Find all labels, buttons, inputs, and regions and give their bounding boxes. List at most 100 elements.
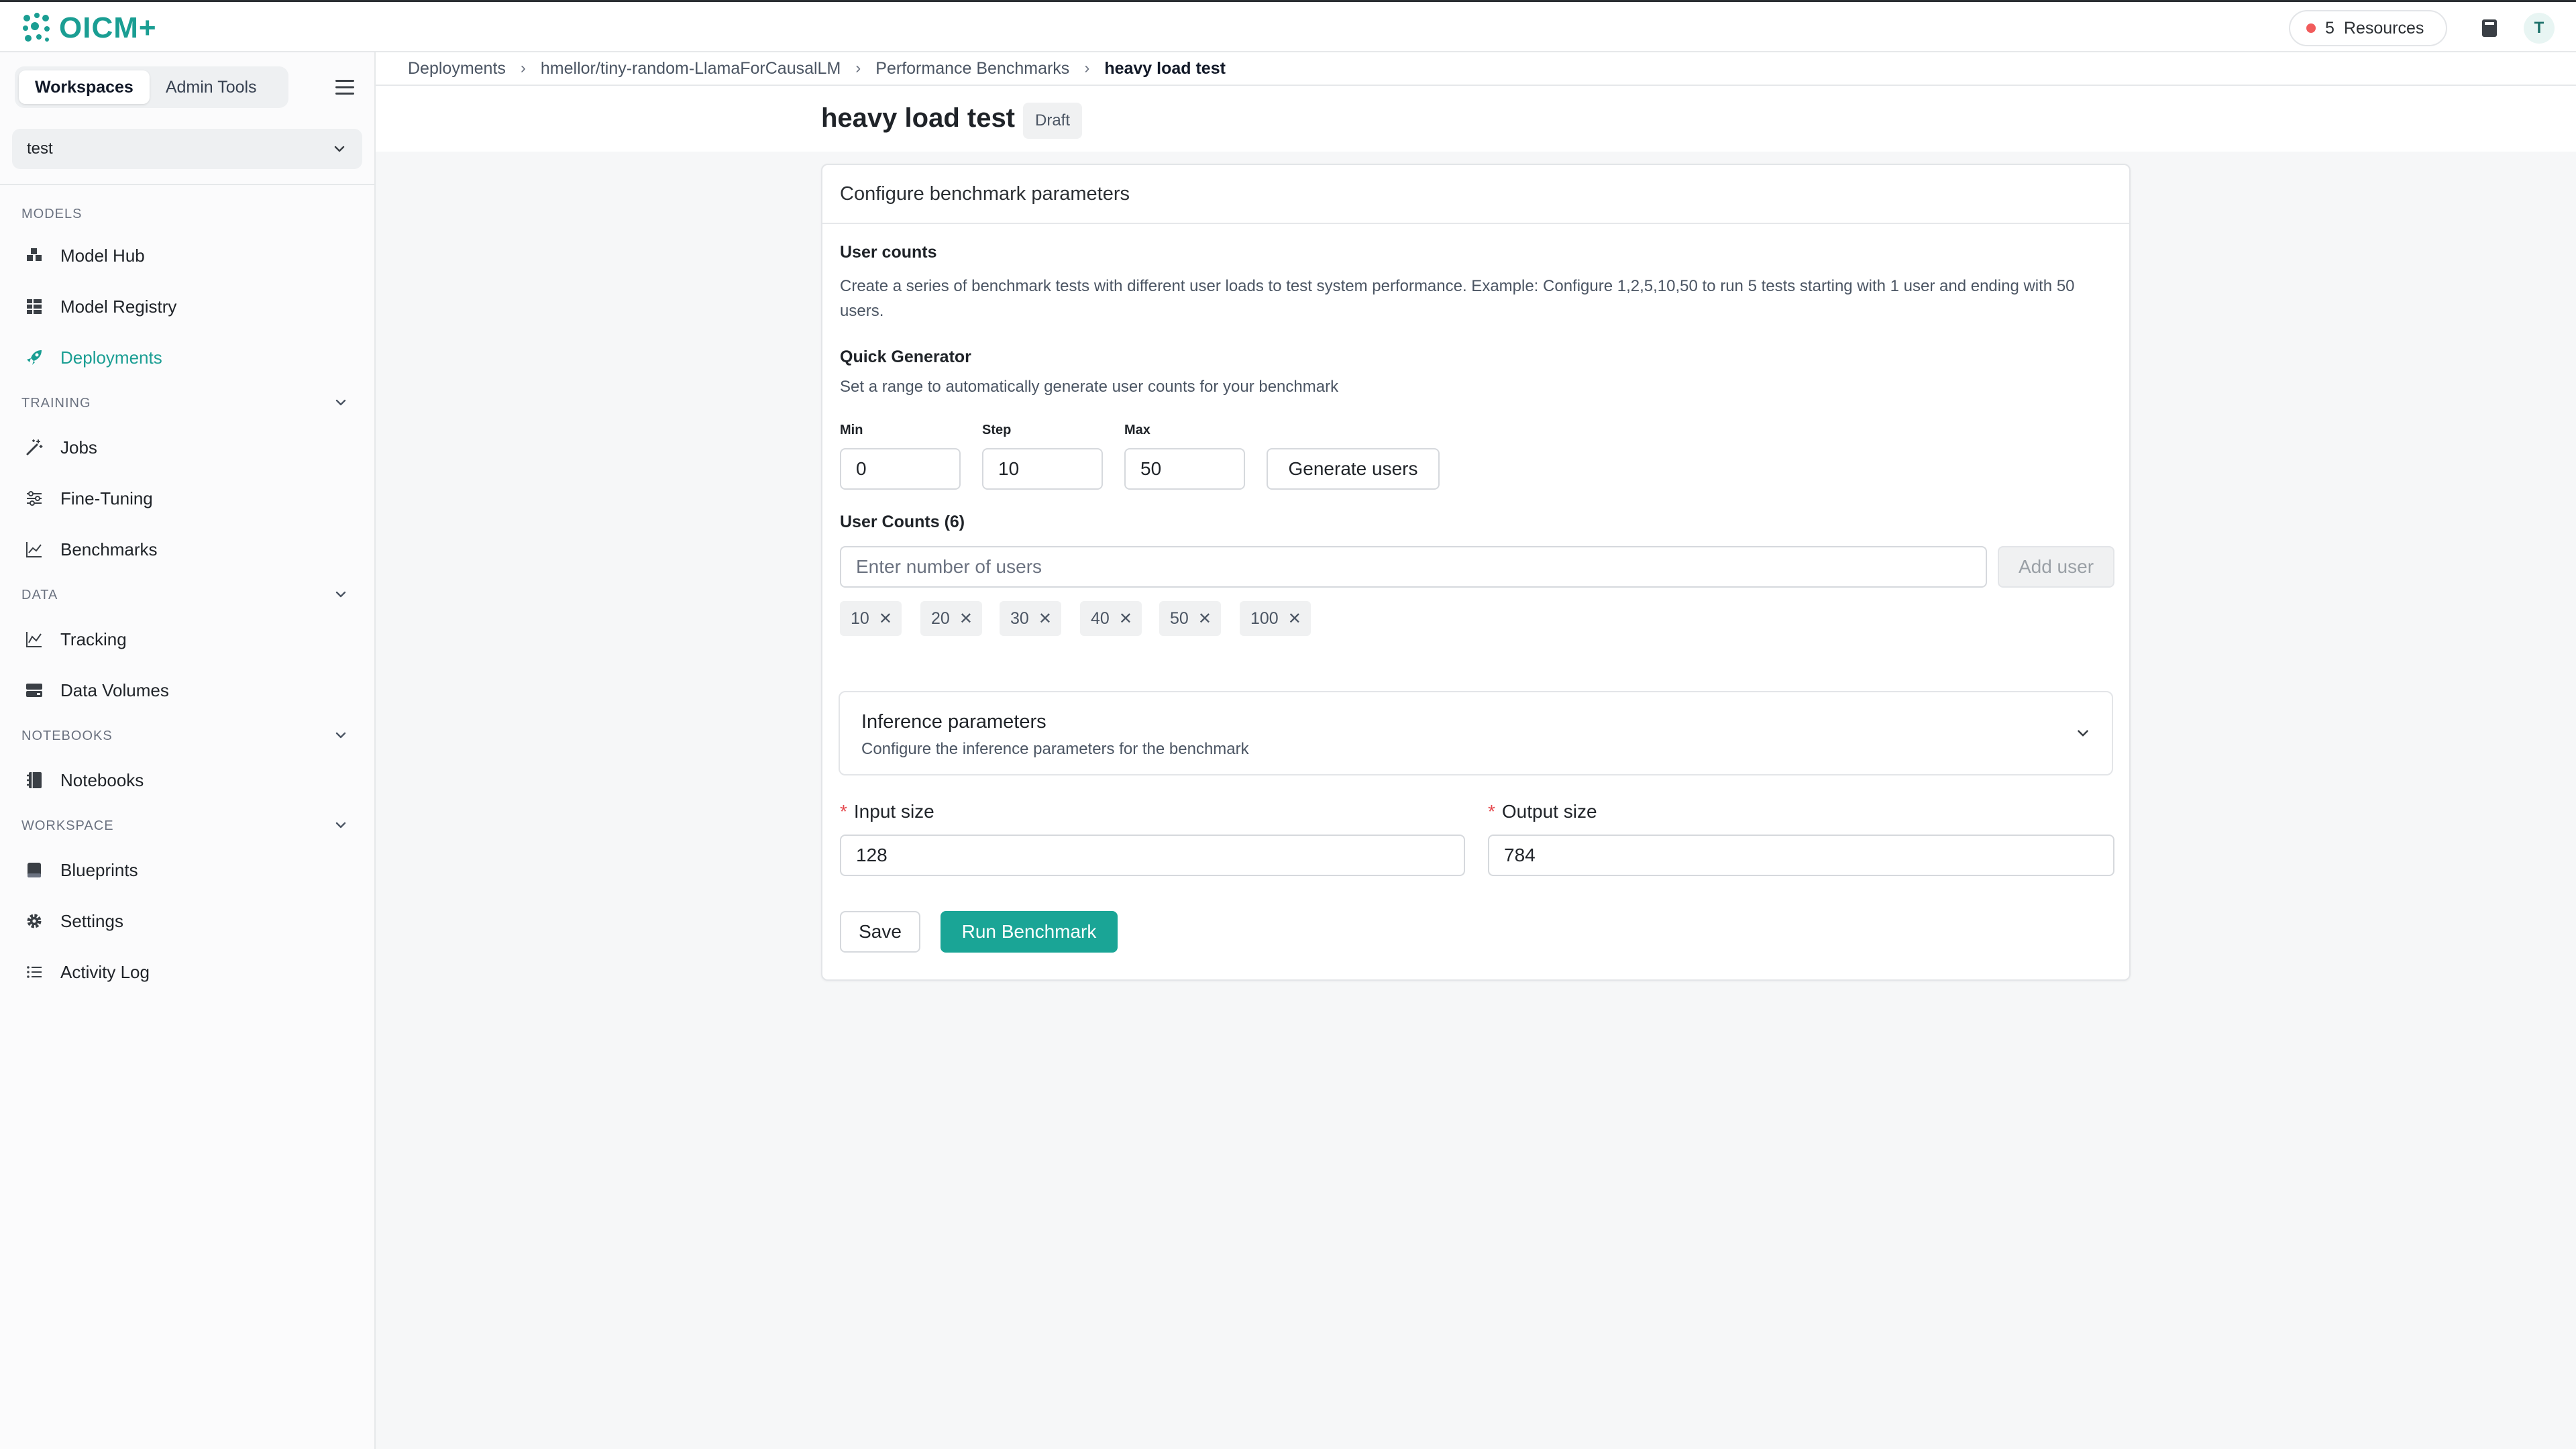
breadcrumb: Deployments › hmellor/tiny-random-LlamaF… bbox=[376, 52, 2576, 86]
sidebar-item-blueprints[interactable]: Blueprints bbox=[24, 853, 138, 887]
section-label-training: TRAINING bbox=[21, 396, 91, 411]
chevron-down-icon bbox=[2078, 730, 2088, 737]
app-logo[interactable]: OICM+ bbox=[20, 11, 157, 45]
input-size-input[interactable]: 128 bbox=[840, 835, 1465, 876]
run-benchmark-button[interactable]: Run Benchmark bbox=[941, 911, 1118, 953]
breadcrumb-model[interactable]: hmellor/tiny-random-LlamaForCausalLM bbox=[541, 59, 841, 78]
sliders-icon bbox=[27, 491, 42, 506]
output-size-label: * Output size bbox=[1488, 801, 1597, 822]
resources-count: 5 bbox=[2325, 18, 2334, 38]
sidebar-item-notebooks[interactable]: Notebooks bbox=[24, 763, 144, 797]
resources-label: Resources bbox=[2343, 18, 2424, 38]
close-icon[interactable]: ✕ bbox=[1288, 609, 1301, 629]
sidebar-item-data-volumes[interactable]: Data Volumes bbox=[24, 674, 169, 707]
user-counts-list-label: User Counts (6) bbox=[840, 513, 965, 531]
sidebar-item-deployments[interactable]: Deployments bbox=[24, 341, 162, 374]
close-icon[interactable]: ✕ bbox=[879, 609, 892, 629]
sidebar-item-label: Model Hub bbox=[60, 245, 145, 266]
chevron-right-icon: › bbox=[1084, 59, 1090, 77]
chevron-down-icon[interactable] bbox=[333, 727, 349, 743]
user-count-input[interactable]: Enter number of users bbox=[840, 546, 1987, 588]
sidebar-item-label: Jobs bbox=[60, 437, 97, 458]
sidebar-item-label: Model Registry bbox=[60, 296, 177, 317]
chevron-down-icon[interactable] bbox=[333, 817, 349, 833]
add-user-button[interactable]: Add user bbox=[1998, 546, 2114, 588]
notebook-icon bbox=[27, 772, 42, 788]
workspace-select-value: test bbox=[27, 140, 53, 158]
sidebar-item-jobs[interactable]: Jobs bbox=[24, 431, 97, 464]
page-title: heavy load test bbox=[821, 103, 1016, 133]
section-label-data: DATA bbox=[21, 588, 58, 602]
generate-users-button[interactable]: Generate users bbox=[1267, 448, 1440, 490]
required-asterisk: * bbox=[840, 801, 847, 822]
close-icon[interactable]: ✕ bbox=[1198, 609, 1212, 629]
tab-workspaces[interactable]: Workspaces bbox=[19, 70, 150, 104]
min-label: Min bbox=[840, 423, 863, 437]
breadcrumb-current: heavy load test bbox=[1104, 58, 1226, 78]
section-label-models: MODELS bbox=[21, 207, 83, 221]
tracking-chart-icon bbox=[26, 632, 42, 647]
sidebar-item-label: Benchmarks bbox=[60, 539, 158, 559]
sidebar-tab-switcher: Workspaces Admin Tools bbox=[15, 66, 288, 108]
list-icon bbox=[27, 966, 42, 978]
max-label: Max bbox=[1124, 423, 1150, 437]
section-label-workspace: WORKSPACE bbox=[21, 818, 114, 833]
model-registry-icon bbox=[27, 299, 42, 314]
sidebar-item-label: Deployments bbox=[60, 347, 162, 368]
line-chart-icon bbox=[26, 542, 42, 557]
sidebar-item-label: Blueprints bbox=[60, 859, 138, 880]
sidebar-item-benchmarks[interactable]: Benchmarks bbox=[24, 533, 158, 566]
close-icon[interactable]: ✕ bbox=[1119, 609, 1132, 629]
step-input[interactable]: 10 bbox=[982, 448, 1103, 490]
alert-dot-icon bbox=[2306, 23, 2316, 33]
sidebar: Workspaces Admin Tools test MODELS Model… bbox=[0, 52, 376, 1449]
close-icon[interactable]: ✕ bbox=[959, 609, 973, 629]
user-count-chip: 30 ✕ bbox=[1000, 601, 1061, 636]
input-size-label: * Input size bbox=[840, 801, 934, 822]
max-input[interactable]: 50 bbox=[1124, 448, 1245, 490]
user-avatar[interactable]: T bbox=[2524, 13, 2555, 44]
min-input[interactable]: 0 bbox=[840, 448, 961, 490]
sidebar-item-model-registry[interactable]: Model Registry bbox=[24, 290, 176, 323]
chevron-down-icon[interactable] bbox=[333, 394, 349, 411]
resources-button[interactable]: 5 Resources bbox=[2289, 10, 2447, 46]
required-asterisk: * bbox=[1488, 801, 1495, 822]
tab-admin-tools[interactable]: Admin Tools bbox=[150, 70, 273, 104]
chip-value: 10 bbox=[851, 608, 869, 628]
sidebar-item-label: Data Volumes bbox=[60, 680, 169, 700]
sidebar-item-label: Tracking bbox=[60, 629, 127, 649]
inference-title: Inference parameters bbox=[861, 711, 1046, 733]
sidebar-item-model-hub[interactable]: Model Hub bbox=[24, 239, 145, 272]
hamburger-menu-icon[interactable] bbox=[331, 74, 358, 101]
chip-value: 30 bbox=[1010, 608, 1029, 628]
input-size-label-text: Input size bbox=[853, 801, 934, 822]
docs-book-icon[interactable] bbox=[2478, 17, 2501, 40]
chip-value: 100 bbox=[1250, 608, 1279, 628]
save-button[interactable]: Save bbox=[840, 911, 920, 953]
model-hub-icon bbox=[27, 248, 42, 261]
chevron-right-icon: › bbox=[855, 59, 861, 77]
breadcrumb-performance-benchmarks[interactable]: Performance Benchmarks bbox=[875, 59, 1069, 78]
breadcrumb-deployments[interactable]: Deployments bbox=[408, 59, 506, 78]
close-icon[interactable]: ✕ bbox=[1038, 609, 1052, 629]
chevron-down-icon[interactable] bbox=[333, 586, 349, 602]
output-size-label-text: Output size bbox=[1501, 801, 1597, 822]
output-size-input[interactable]: 784 bbox=[1488, 835, 2114, 876]
user-count-chip: 50 ✕ bbox=[1159, 601, 1221, 636]
inference-parameters-accordion[interactable]: Inference parameters Configure the infer… bbox=[839, 691, 2113, 775]
sidebar-item-settings[interactable]: Settings bbox=[24, 904, 123, 938]
sidebar-item-fine-tuning[interactable]: Fine-Tuning bbox=[24, 482, 153, 515]
page-header bbox=[376, 87, 2576, 152]
sidebar-item-activity-log[interactable]: Activity Log bbox=[24, 955, 150, 989]
sidebar-item-label: Fine-Tuning bbox=[60, 488, 153, 508]
chip-value: 40 bbox=[1091, 608, 1110, 628]
storage-icon bbox=[26, 684, 42, 697]
sidebar-item-tracking[interactable]: Tracking bbox=[24, 623, 127, 656]
inference-description: Configure the inference parameters for t… bbox=[861, 740, 1249, 758]
benchmark-config-card: Configure benchmark parameters User coun… bbox=[821, 164, 2131, 981]
card-title: Configure benchmark parameters bbox=[822, 165, 2129, 224]
gear-icon bbox=[27, 914, 42, 928]
blueprint-icon bbox=[28, 863, 41, 877]
sidebar-item-label: Settings bbox=[60, 910, 123, 931]
workspace-select[interactable]: test bbox=[12, 129, 362, 169]
